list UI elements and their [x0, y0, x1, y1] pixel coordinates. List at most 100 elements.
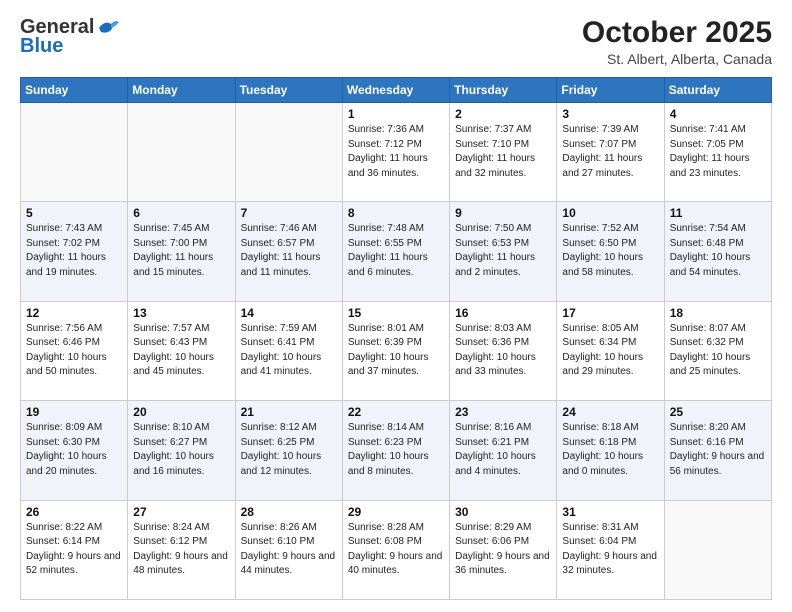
day-cell: 22 Sunrise: 8:14 AMSunset: 6:23 PMDayligh… — [342, 401, 449, 500]
day-number: 8 — [348, 206, 444, 220]
day-cell: 25 Sunrise: 8:20 AMSunset: 6:16 PMDayligh… — [664, 401, 771, 500]
day-info: Sunrise: 7:57 AMSunset: 6:43 PMDaylight:… — [133, 322, 229, 380]
day-info: Sunrise: 7:48 AMSunset: 6:55 PMDaylight:… — [348, 222, 444, 280]
day-info: Sunrise: 7:52 AMSunset: 6:50 PMDaylight:… — [562, 222, 658, 280]
day-of-week-header: Thursday — [450, 78, 557, 103]
day-number: 28 — [241, 505, 337, 519]
day-number: 19 — [26, 405, 122, 419]
calendar-table: SundayMondayTuesdayWednesdayThursdayFrid… — [20, 77, 772, 600]
day-cell: 29 Sunrise: 8:28 AMSunset: 6:08 PMDayligh… — [342, 500, 449, 599]
day-info: Sunrise: 8:28 AMSunset: 6:08 PMDaylight:… — [348, 521, 444, 579]
title-block: October 2025 St. Albert, Alberta, Canada — [582, 16, 772, 67]
day-info: Sunrise: 7:36 AMSunset: 7:12 PMDaylight:… — [348, 123, 444, 181]
day-info: Sunrise: 8:05 AMSunset: 6:34 PMDaylight:… — [562, 322, 658, 380]
empty-cell — [128, 103, 235, 202]
empty-cell — [235, 103, 342, 202]
day-cell: 5 Sunrise: 7:43 AMSunset: 7:02 PMDaylight… — [21, 202, 128, 301]
day-info: Sunrise: 8:31 AMSunset: 6:04 PMDaylight:… — [562, 521, 658, 579]
day-info: Sunrise: 7:43 AMSunset: 7:02 PMDaylight:… — [26, 222, 122, 280]
day-cell: 21Sunrise: 8:12 AMSunset: 6:25 PMDayligh… — [235, 401, 342, 500]
day-number: 10 — [562, 206, 658, 220]
day-cell: 18 Sunrise: 8:07 AMSunset: 6:32 PMDayligh… — [664, 301, 771, 400]
day-number: 23 — [455, 405, 551, 419]
day-of-week-header: Wednesday — [342, 78, 449, 103]
day-cell: 27 Sunrise: 8:24 AMSunset: 6:12 PMDayligh… — [128, 500, 235, 599]
day-info: Sunrise: 8:07 AMSunset: 6:32 PMDaylight:… — [670, 322, 766, 380]
day-of-week-header: Tuesday — [235, 78, 342, 103]
calendar-header-row: SundayMondayTuesdayWednesdayThursdayFrid… — [21, 78, 772, 103]
day-info: Sunrise: 8:29 AMSunset: 6:06 PMDaylight:… — [455, 521, 551, 579]
day-cell: 10 Sunrise: 7:52 AMSunset: 6:50 PMDayligh… — [557, 202, 664, 301]
day-info: Sunrise: 8:01 AMSunset: 6:39 PMDaylight:… — [348, 322, 444, 380]
day-number: 26 — [26, 505, 122, 519]
day-info: Sunrise: 7:56 AMSunset: 6:46 PMDaylight:… — [26, 322, 122, 380]
day-number: 31 — [562, 505, 658, 519]
day-info: Sunrise: 7:54 AMSunset: 6:48 PMDaylight:… — [670, 222, 766, 280]
day-info: Sunrise: 8:24 AMSunset: 6:12 PMDaylight:… — [133, 521, 229, 579]
empty-cell — [21, 103, 128, 202]
day-number: 1 — [348, 107, 444, 121]
day-cell: 26 Sunrise: 8:22 AMSunset: 6:14 PMDayligh… — [21, 500, 128, 599]
day-number: 20 — [133, 405, 229, 419]
day-number: 22 — [348, 405, 444, 419]
day-info: Sunrise: 8:09 AMSunset: 6:30 PMDaylight:… — [26, 421, 122, 479]
day-cell: 8 Sunrise: 7:48 AMSunset: 6:55 PMDaylight… — [342, 202, 449, 301]
day-info: Sunrise: 7:37 AMSunset: 7:10 PMDaylight:… — [455, 123, 551, 181]
logo-blue: Blue — [20, 35, 63, 58]
day-number: 2 — [455, 107, 551, 121]
day-number: 30 — [455, 505, 551, 519]
day-number: 14 — [241, 306, 337, 320]
day-cell: 3 Sunrise: 7:39 AMSunset: 7:07 PMDaylight… — [557, 103, 664, 202]
day-number: 7 — [241, 206, 337, 220]
day-info: Sunrise: 8:26 AMSunset: 6:10 PMDaylight:… — [241, 521, 337, 579]
month-title: October 2025 — [582, 16, 772, 49]
calendar-week-row: 19 Sunrise: 8:09 AMSunset: 6:30 PMDayligh… — [21, 401, 772, 500]
calendar-week-row: 26 Sunrise: 8:22 AMSunset: 6:14 PMDayligh… — [21, 500, 772, 599]
day-cell: 28 Sunrise: 8:26 AMSunset: 6:10 PMDayligh… — [235, 500, 342, 599]
day-number: 13 — [133, 306, 229, 320]
day-cell: 16 Sunrise: 8:03 AMSunset: 6:36 PMDayligh… — [450, 301, 557, 400]
day-cell: 6 Sunrise: 7:45 AMSunset: 7:00 PMDaylight… — [128, 202, 235, 301]
day-info: Sunrise: 8:18 AMSunset: 6:18 PMDaylight:… — [562, 421, 658, 479]
day-cell: 7 Sunrise: 7:46 AMSunset: 6:57 PMDaylight… — [235, 202, 342, 301]
calendar-week-row: 1 Sunrise: 7:36 AMSunset: 7:12 PMDaylight… — [21, 103, 772, 202]
day-number: 15 — [348, 306, 444, 320]
day-number: 17 — [562, 306, 658, 320]
logo-bird-icon — [97, 18, 119, 36]
day-info: Sunrise: 7:59 AMSunset: 6:41 PMDaylight:… — [241, 322, 337, 380]
day-number: 29 — [348, 505, 444, 519]
day-number: 12 — [26, 306, 122, 320]
day-info: Sunrise: 8:14 AMSunset: 6:23 PMDaylight:… — [348, 421, 444, 479]
day-info: Sunrise: 8:10 AMSunset: 6:27 PMDaylight:… — [133, 421, 229, 479]
day-of-week-header: Saturday — [664, 78, 771, 103]
day-number: 9 — [455, 206, 551, 220]
day-number: 18 — [670, 306, 766, 320]
day-info: Sunrise: 8:03 AMSunset: 6:36 PMDaylight:… — [455, 322, 551, 380]
day-info: Sunrise: 8:22 AMSunset: 6:14 PMDaylight:… — [26, 521, 122, 579]
day-number: 16 — [455, 306, 551, 320]
day-number: 11 — [670, 206, 766, 220]
day-number: 25 — [670, 405, 766, 419]
day-number: 6 — [133, 206, 229, 220]
day-number: 21 — [241, 405, 337, 419]
day-cell: 14 Sunrise: 7:59 AMSunset: 6:41 PMDayligh… — [235, 301, 342, 400]
day-cell: 9 Sunrise: 7:50 AMSunset: 6:53 PMDaylight… — [450, 202, 557, 301]
day-number: 4 — [670, 107, 766, 121]
location: St. Albert, Alberta, Canada — [582, 51, 772, 67]
day-number: 3 — [562, 107, 658, 121]
day-number: 5 — [26, 206, 122, 220]
day-cell: 24Sunrise: 8:18 AMSunset: 6:18 PMDayligh… — [557, 401, 664, 500]
empty-cell — [664, 500, 771, 599]
calendar-week-row: 5 Sunrise: 7:43 AMSunset: 7:02 PMDaylight… — [21, 202, 772, 301]
day-info: Sunrise: 8:20 AMSunset: 6:16 PMDaylight:… — [670, 421, 766, 479]
day-cell: 4Sunrise: 7:41 AMSunset: 7:05 PMDaylight… — [664, 103, 771, 202]
day-cell: 23Sunrise: 8:16 AMSunset: 6:21 PMDayligh… — [450, 401, 557, 500]
day-info: Sunrise: 7:46 AMSunset: 6:57 PMDaylight:… — [241, 222, 337, 280]
header: General Blue October 2025 St. Albert, Al… — [20, 16, 772, 67]
day-info: Sunrise: 7:45 AMSunset: 7:00 PMDaylight:… — [133, 222, 229, 280]
day-cell: 17 Sunrise: 8:05 AMSunset: 6:34 PMDayligh… — [557, 301, 664, 400]
day-info: Sunrise: 7:50 AMSunset: 6:53 PMDaylight:… — [455, 222, 551, 280]
page: General Blue October 2025 St. Albert, Al… — [0, 0, 792, 612]
day-info: Sunrise: 7:39 AMSunset: 7:07 PMDaylight:… — [562, 123, 658, 181]
day-number: 27 — [133, 505, 229, 519]
